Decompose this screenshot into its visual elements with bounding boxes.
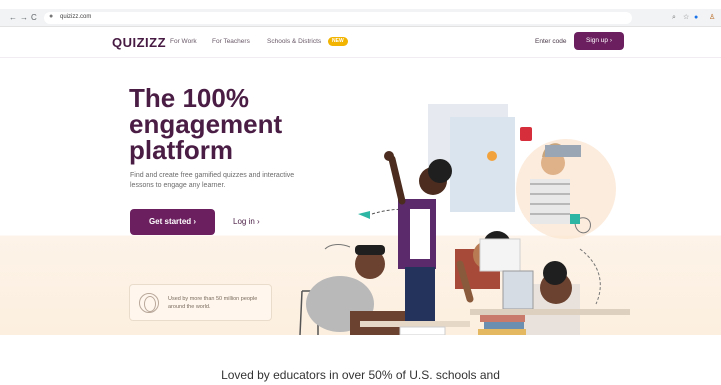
top-strip — [0, 0, 721, 9]
enter-code-link[interactable]: Enter code — [535, 38, 566, 45]
address-bar[interactable]: ● quizizz.com — [44, 12, 632, 24]
profile-icon[interactable]: ♙ — [709, 11, 715, 25]
address-url: quizizz.com — [60, 14, 92, 20]
hero-title: The 100% engagement platform — [129, 85, 329, 163]
site-header: QUIZIZZ For Work For Teachers Schools & … — [0, 28, 721, 58]
sign-up-button[interactable]: Sign up › — [574, 32, 624, 50]
hero-section: The 100% engagement platform Find and cr… — [0, 59, 721, 335]
zoom-icon[interactable]: ⌕ — [672, 11, 676, 25]
bookmark-star-icon[interactable]: ☆ — [683, 11, 689, 25]
students-celebrating-illustration — [299, 104, 630, 335]
usage-stat-text: Used by more than 50 million people arou… — [168, 296, 258, 310]
loved-by-educators-heading: Loved by educators in over 50% of U.S. s… — [221, 368, 500, 382]
log-in-link[interactable]: Log in › — [233, 217, 260, 226]
lock-icon: ● — [49, 13, 54, 20]
hero-title-line-2: engagement — [129, 109, 283, 139]
new-badge: NEW — [328, 37, 348, 46]
quizizz-logo[interactable]: QUIZIZZ — [112, 35, 166, 50]
usage-stat-card: Used by more than 50 million people arou… — [129, 284, 272, 321]
back-icon[interactable]: ← — [9, 12, 17, 24]
forward-icon[interactable]: → — [20, 12, 28, 24]
extension-icon[interactable]: ● — [694, 11, 698, 25]
reload-icon[interactable]: C — [31, 12, 37, 24]
nav-schools-districts[interactable]: Schools & Districts — [267, 38, 321, 45]
nav-for-work[interactable]: For Work — [170, 38, 197, 45]
browser-toolbar: ← → C ● quizizz.com ⌕ ☆ ● ♙ — [0, 9, 721, 27]
hero-title-line-1: The 100% — [129, 83, 249, 113]
hero-subtitle: Find and create free gamified quizzes an… — [130, 172, 295, 189]
get-started-button[interactable]: Get started › — [130, 209, 215, 235]
nav-for-teachers[interactable]: For Teachers — [212, 38, 250, 45]
hero-title-line-3: platform — [129, 135, 233, 165]
globe-icon — [139, 293, 159, 313]
